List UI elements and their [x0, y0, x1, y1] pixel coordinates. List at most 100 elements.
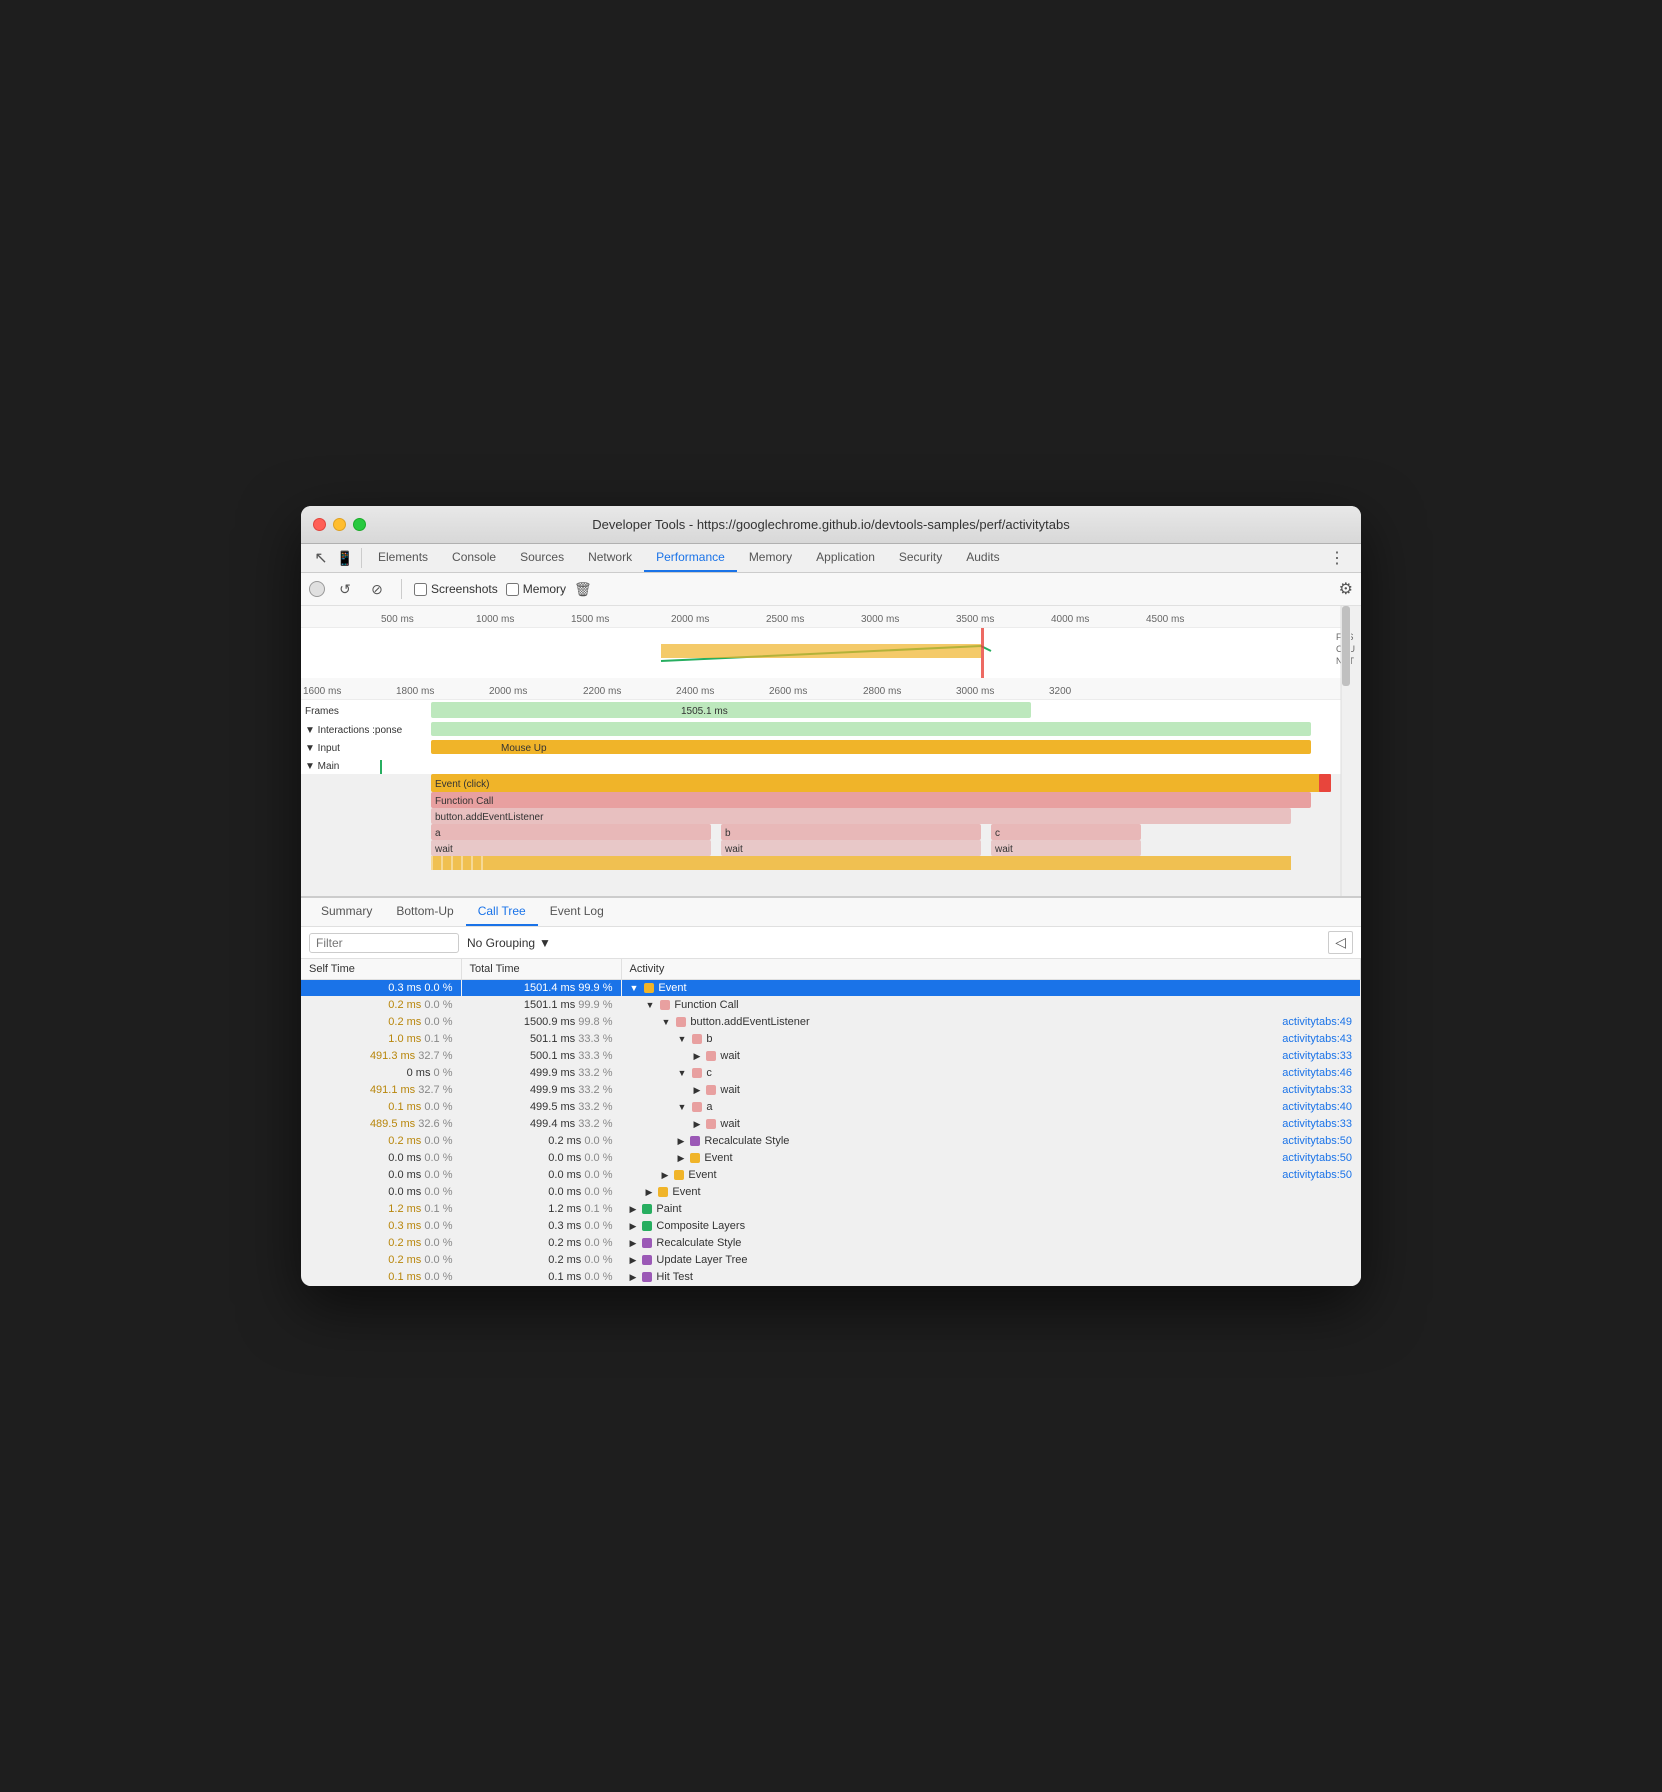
trash-icon[interactable]: 🗑 — [574, 581, 592, 598]
activity-link[interactable]: activitytabs:50 — [1282, 1135, 1352, 1147]
screenshots-checkbox-label[interactable]: Screenshots — [414, 582, 498, 596]
table-row[interactable]: 0.1 ms 0.0 %0.1 ms 0.0 %▶Hit Test — [301, 1269, 1361, 1286]
table-row[interactable]: 0.3 ms 0.0 %0.3 ms 0.0 %▶Composite Layer… — [301, 1218, 1361, 1235]
activity-label: b — [706, 1033, 712, 1045]
cell-activity: ▼button.addEventListeneractivitytabs:49 — [621, 1014, 1361, 1031]
tab-bottom-up[interactable]: Bottom-Up — [384, 898, 465, 926]
expand-icon[interactable]: ▼ — [646, 1000, 655, 1010]
table-row[interactable]: 1.0 ms 0.1 %501.1 ms 33.3 %▼bactivitytab… — [301, 1031, 1361, 1048]
table-row[interactable]: 0.0 ms 0.0 %0.0 ms 0.0 %▶Event — [301, 1184, 1361, 1201]
table-row[interactable]: 491.3 ms 32.7 %500.1 ms 33.3 %▶waitactiv… — [301, 1048, 1361, 1065]
activity-link[interactable]: activitytabs:49 — [1282, 1016, 1352, 1028]
table-row[interactable]: 0.2 ms 0.0 %0.2 ms 0.0 %▶Recalculate Sty… — [301, 1235, 1361, 1252]
screenshots-checkbox[interactable] — [414, 583, 427, 596]
svg-text:▼ Interactions :ponse: ▼ Interactions :ponse — [305, 725, 403, 736]
bottom-panel: Summary Bottom-Up Call Tree Event Log No… — [301, 896, 1361, 1286]
cursor-icon[interactable]: ↖ — [309, 546, 333, 570]
activity-color-dot — [642, 1255, 652, 1265]
tab-summary[interactable]: Summary — [309, 898, 384, 926]
activity-label: Update Layer Tree — [656, 1254, 747, 1266]
expand-icon[interactable]: ▶ — [662, 1170, 669, 1181]
table-row[interactable]: 0.2 ms 0.0 %1500.9 ms 99.8 %▼button.addE… — [301, 1014, 1361, 1031]
cell-self-time: 0.0 ms 0.0 % — [301, 1150, 461, 1167]
expand-icon[interactable]: ▼ — [678, 1102, 687, 1112]
expand-icon[interactable]: ▶ — [630, 1272, 637, 1283]
expand-icon[interactable]: ▶ — [694, 1085, 701, 1096]
close-button[interactable] — [313, 518, 326, 531]
activity-label: Function Call — [674, 999, 738, 1011]
tab-performance[interactable]: Performance — [644, 544, 737, 572]
tab-call-tree[interactable]: Call Tree — [466, 898, 538, 926]
gear-icon[interactable]: ⚙ — [1339, 579, 1353, 599]
activity-link[interactable]: activitytabs:40 — [1282, 1101, 1352, 1113]
tab-event-log[interactable]: Event Log — [538, 898, 616, 926]
expand-icon[interactable]: ▶ — [630, 1221, 637, 1232]
col-activity: Activity — [621, 959, 1361, 980]
tab-network[interactable]: Network — [576, 544, 644, 572]
svg-text:b: b — [725, 828, 731, 839]
table-row[interactable]: 0.0 ms 0.0 %0.0 ms 0.0 %▶Eventactivityta… — [301, 1167, 1361, 1184]
table-row[interactable]: 0.0 ms 0.0 %0.0 ms 0.0 %▶Eventactivityta… — [301, 1150, 1361, 1167]
svg-text:▼ Main: ▼ Main — [305, 761, 339, 772]
expand-icon[interactable]: ▶ — [630, 1238, 637, 1249]
mobile-icon[interactable]: 📱 — [333, 546, 357, 570]
table-row[interactable]: 1.2 ms 0.1 %1.2 ms 0.1 %▶Paint — [301, 1201, 1361, 1218]
activity-link[interactable]: activitytabs:33 — [1282, 1084, 1352, 1096]
activity-label: Recalculate Style — [656, 1237, 741, 1249]
maximize-button[interactable] — [353, 518, 366, 531]
activity-link[interactable]: activitytabs:43 — [1282, 1033, 1352, 1045]
tab-security[interactable]: Security — [887, 544, 954, 572]
activity-link[interactable]: activitytabs:50 — [1282, 1152, 1352, 1164]
expand-icon[interactable]: ▶ — [678, 1136, 685, 1147]
activity-link[interactable]: activitytabs:33 — [1282, 1050, 1352, 1062]
activity-link[interactable]: activitytabs:46 — [1282, 1067, 1352, 1079]
tab-memory[interactable]: Memory — [737, 544, 804, 572]
tab-application[interactable]: Application — [804, 544, 887, 572]
activity-label: Event — [672, 1186, 700, 1198]
expand-icon[interactable]: ▼ — [662, 1017, 671, 1027]
activity-color-dot — [676, 1017, 686, 1027]
table-row[interactable]: 0.3 ms 0.0 %1501.4 ms 99.9 %▼Event — [301, 980, 1361, 997]
cell-activity: ▼cactivitytabs:46 — [621, 1065, 1361, 1082]
tab-sources[interactable]: Sources — [508, 544, 576, 572]
reload-button[interactable]: ↺ — [333, 577, 357, 601]
col-self-time: Self Time — [301, 959, 461, 980]
expand-icon[interactable]: ▶ — [630, 1204, 637, 1215]
timeline-svg[interactable]: 500 ms 1000 ms 1500 ms 2000 ms 2500 ms 3… — [301, 606, 1361, 896]
table-row[interactable]: 489.5 ms 32.6 %499.4 ms 33.2 %▶waitactiv… — [301, 1116, 1361, 1133]
filter-input[interactable] — [309, 933, 459, 953]
cell-total-time: 0.0 ms 0.0 % — [461, 1150, 621, 1167]
record-button[interactable] — [309, 581, 325, 597]
table-row[interactable]: 0.2 ms 0.0 %1501.1 ms 99.9 %▼Function Ca… — [301, 997, 1361, 1014]
memory-checkbox[interactable] — [506, 583, 519, 596]
tab-audits[interactable]: Audits — [954, 544, 1011, 572]
activity-link[interactable]: activitytabs:33 — [1282, 1118, 1352, 1130]
expand-icon[interactable]: ▶ — [694, 1119, 701, 1130]
tab-elements[interactable]: Elements — [366, 544, 440, 572]
table-row[interactable]: 0.1 ms 0.0 %499.5 ms 33.2 %▼aactivitytab… — [301, 1099, 1361, 1116]
expand-icon[interactable]: ▶ — [678, 1153, 685, 1164]
collapse-icon[interactable]: ◁ — [1328, 931, 1353, 954]
table-row[interactable]: 491.1 ms 32.7 %499.9 ms 33.2 %▶waitactiv… — [301, 1082, 1361, 1099]
expand-icon[interactable]: ▶ — [646, 1187, 653, 1198]
tab-console[interactable]: Console — [440, 544, 508, 572]
more-tabs-icon[interactable]: ⋮ — [1321, 544, 1353, 572]
grouping-select[interactable]: No Grouping ▼ — [467, 936, 551, 950]
cell-activity: ▶Recalculate Styleactivitytabs:50 — [621, 1133, 1361, 1150]
table-container[interactable]: Self Time Total Time Activity 0.3 ms 0.0… — [301, 959, 1361, 1286]
expand-icon[interactable]: ▼ — [678, 1068, 687, 1078]
expand-icon[interactable]: ▶ — [694, 1051, 701, 1062]
cell-self-time: 0.2 ms 0.0 % — [301, 1133, 461, 1150]
expand-icon[interactable]: ▶ — [630, 1255, 637, 1266]
activity-link[interactable]: activitytabs:50 — [1282, 1169, 1352, 1181]
svg-text:Mouse Up: Mouse Up — [501, 743, 547, 754]
memory-checkbox-label[interactable]: Memory — [506, 582, 566, 596]
cell-total-time: 0.3 ms 0.0 % — [461, 1218, 621, 1235]
table-row[interactable]: 0 ms 0 %499.9 ms 33.2 %▼cactivitytabs:46 — [301, 1065, 1361, 1082]
table-row[interactable]: 0.2 ms 0.0 %0.2 ms 0.0 %▶Recalculate Sty… — [301, 1133, 1361, 1150]
expand-icon[interactable]: ▼ — [630, 983, 639, 993]
minimize-button[interactable] — [333, 518, 346, 531]
expand-icon[interactable]: ▼ — [678, 1034, 687, 1044]
clear-button[interactable]: ⊘ — [365, 577, 389, 601]
table-row[interactable]: 0.2 ms 0.0 %0.2 ms 0.0 %▶Update Layer Tr… — [301, 1252, 1361, 1269]
